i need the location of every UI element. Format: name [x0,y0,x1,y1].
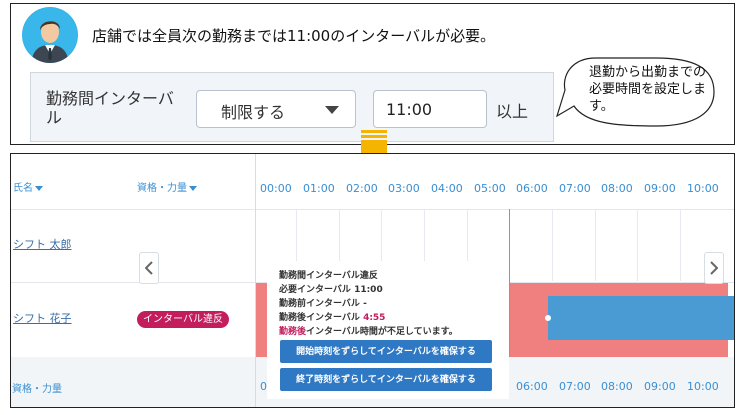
staff-name-link[interactable]: シフト 太郎 [13,236,72,252]
shift-start-button[interactable]: 開始時刻をずらしてインターバルを確保する [280,340,492,363]
limit-select-value: 制限する [221,103,286,122]
required-value: 11:00 [354,285,383,295]
current-time-line [509,209,510,357]
hour-label: 03:00 [388,182,420,195]
sort-caret-icon [189,185,197,191]
tooltip-required: 必要インターバル 11:00 [279,282,383,295]
column-divider [255,154,256,407]
chevron-down-icon [325,106,339,114]
footer-skill-label: 資格・力量 [12,384,62,395]
hour-label: 00:00 [260,182,292,195]
hour-label: 04:00 [431,182,463,195]
hour-label: 01:00 [303,182,335,195]
row-divider [11,209,734,210]
callout-text: 退勤から出勤までの必要時間を設定します。 [589,65,707,114]
interval-setting-label: 勤務間インターバル [46,89,174,127]
grid-line [552,209,553,281]
chevron-right-icon [710,261,718,275]
hour-label: 0 [260,380,267,393]
tooltip-before: 勤務前インターバル - [279,296,367,309]
hour-label: 10:00 [687,182,719,195]
shortage-prefix: 勤務後 [279,327,307,337]
hour-label: 07:00 [559,380,591,393]
hour-label: 08:00 [601,380,633,393]
violation-tooltip: 勤務間インターバル違反 必要インターバル 11:00 勤務前インターバル - 勤… [267,261,509,399]
person-icon [23,8,77,63]
column-header-name[interactable]: 氏名 [13,179,43,194]
tooltip-after: 勤務後インターバル 4:55 [279,310,385,323]
hour-label: 06:00 [516,380,548,393]
shift-bar[interactable] [548,296,734,340]
hour-label: 05:00 [474,182,506,195]
hour-label: 10:00 [687,380,719,393]
required-label: 必要インターバル [279,285,351,295]
hour-label: 09:00 [644,380,676,393]
hour-label: 07:00 [559,182,591,195]
column-header-skill[interactable]: 資格・力量 [137,179,197,194]
hour-label: 09:00 [644,182,676,195]
tooltip-shortage: 勤務後インターバル時間が不足しています。 [279,324,458,337]
scroll-right-button[interactable] [704,252,724,284]
shortage-text: インターバル時間が不足しています。 [306,327,458,337]
before-label: 勤務前インターバル [279,299,360,309]
after-value: 4:55 [363,313,386,323]
schedule-header-left [11,154,256,209]
hour-label: 06:00 [516,182,548,195]
shift-bar-handle[interactable] [545,315,551,321]
requirement-message: 店舗では全員次の勤務までは11:00のインターバルが必要。 [92,27,496,45]
tooltip-title: 勤務間インターバル違反 [279,271,378,281]
grid-line [637,209,638,281]
shift-end-button[interactable]: 終了時刻をずらしてインターバルを確保する [280,368,492,391]
limit-select[interactable]: 制限する [196,90,356,128]
chevron-left-icon [145,261,153,275]
before-value: - [363,299,367,309]
interval-time-input[interactable] [373,90,487,128]
grid-line [595,209,596,281]
avatar [22,7,78,63]
scroll-left-button[interactable] [139,252,159,284]
grid-line [680,209,681,281]
after-label: 勤務後インターバル [279,313,360,323]
interval-violation-badge: インターバル違反 [137,311,229,328]
staff-name-link[interactable]: シフト 花子 [13,310,72,326]
interval-suffix-label: 以上 [496,102,529,121]
sort-caret-icon [35,185,43,191]
hour-label: 02:00 [346,182,378,195]
hour-label: 08:00 [601,182,633,195]
